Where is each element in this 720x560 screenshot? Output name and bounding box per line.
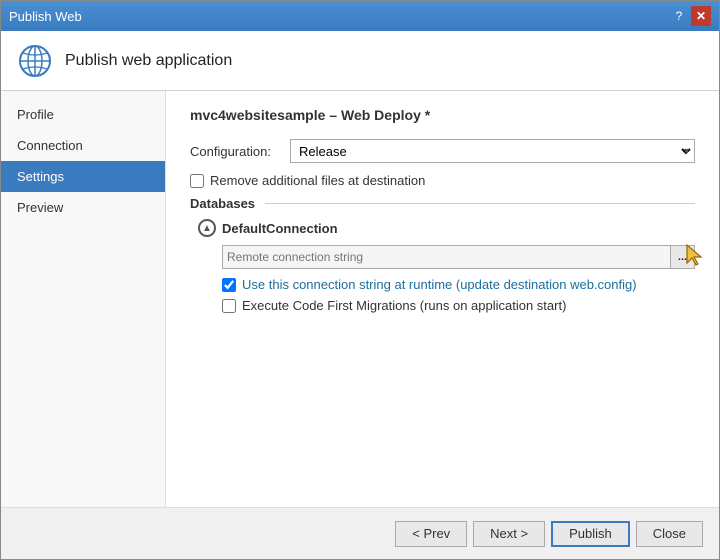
- use-connection-string-label: Use this connection string at runtime (u…: [242, 277, 637, 292]
- sidebar-item-preview[interactable]: Preview: [1, 192, 165, 223]
- remove-files-checkbox[interactable]: [190, 174, 204, 188]
- help-button[interactable]: ?: [669, 6, 689, 26]
- remove-files-label: Remove additional files at destination: [210, 173, 425, 188]
- main-content: mvc4websitesample – Web Deploy * Configu…: [166, 91, 719, 507]
- config-select[interactable]: Release: [290, 139, 695, 163]
- next-button[interactable]: Next >: [473, 521, 545, 547]
- connection-string-input[interactable]: [222, 245, 671, 269]
- remove-files-row: Remove additional files at destination: [190, 173, 695, 188]
- sidebar-item-connection[interactable]: Connection: [1, 130, 165, 161]
- dialog-title: Publish Web: [9, 9, 82, 24]
- use-connection-string-row: Use this connection string at runtime (u…: [222, 277, 695, 292]
- databases-section: Databases ▲ DefaultConnection ...: [190, 196, 695, 313]
- db-connection-header: ▲ DefaultConnection: [198, 219, 695, 237]
- title-bar: Publish Web ? ✕: [1, 1, 719, 31]
- code-first-migrations-row: Execute Code First Migrations (runs on a…: [222, 298, 695, 313]
- connection-string-btn[interactable]: ...: [671, 245, 695, 269]
- db-connection-name: DefaultConnection: [222, 221, 338, 236]
- sidebar-item-profile[interactable]: Profile: [1, 99, 165, 130]
- databases-title: Databases: [190, 196, 695, 211]
- globe-icon: [17, 43, 53, 79]
- deploy-profile-name: mvc4websitesample: [190, 107, 325, 123]
- deploy-method: – Web Deploy *: [329, 107, 430, 123]
- sidebar-item-settings[interactable]: Settings: [1, 161, 165, 192]
- config-row: Configuration: Release: [190, 139, 695, 163]
- footer: < Prev Next > Publish Close: [1, 507, 719, 559]
- close-title-button[interactable]: ✕: [691, 6, 711, 26]
- connection-string-wrapper: ...: [222, 245, 695, 269]
- db-connection: ▲ DefaultConnection ...: [198, 219, 695, 313]
- header-area: Publish web application: [1, 31, 719, 91]
- section-title: mvc4websitesample – Web Deploy *: [190, 107, 695, 123]
- collapse-icon[interactable]: ▲: [198, 219, 216, 237]
- header-title: Publish web application: [65, 52, 232, 70]
- sidebar: Profile Connection Settings Preview: [1, 91, 166, 507]
- close-button[interactable]: Close: [636, 521, 703, 547]
- publish-button[interactable]: Publish: [551, 521, 630, 547]
- title-bar-buttons: ? ✕: [669, 6, 711, 26]
- publish-web-dialog: Publish Web ? ✕ Publish web application …: [0, 0, 720, 560]
- prev-button[interactable]: < Prev: [395, 521, 467, 547]
- code-first-migrations-label: Execute Code First Migrations (runs on a…: [242, 298, 566, 313]
- content-area: Profile Connection Settings Preview mvc4…: [1, 91, 719, 507]
- code-first-migrations-checkbox[interactable]: [222, 299, 236, 313]
- config-label: Configuration:: [190, 144, 280, 159]
- use-connection-string-checkbox[interactable]: [222, 278, 236, 292]
- config-select-wrapper[interactable]: Release: [290, 139, 695, 163]
